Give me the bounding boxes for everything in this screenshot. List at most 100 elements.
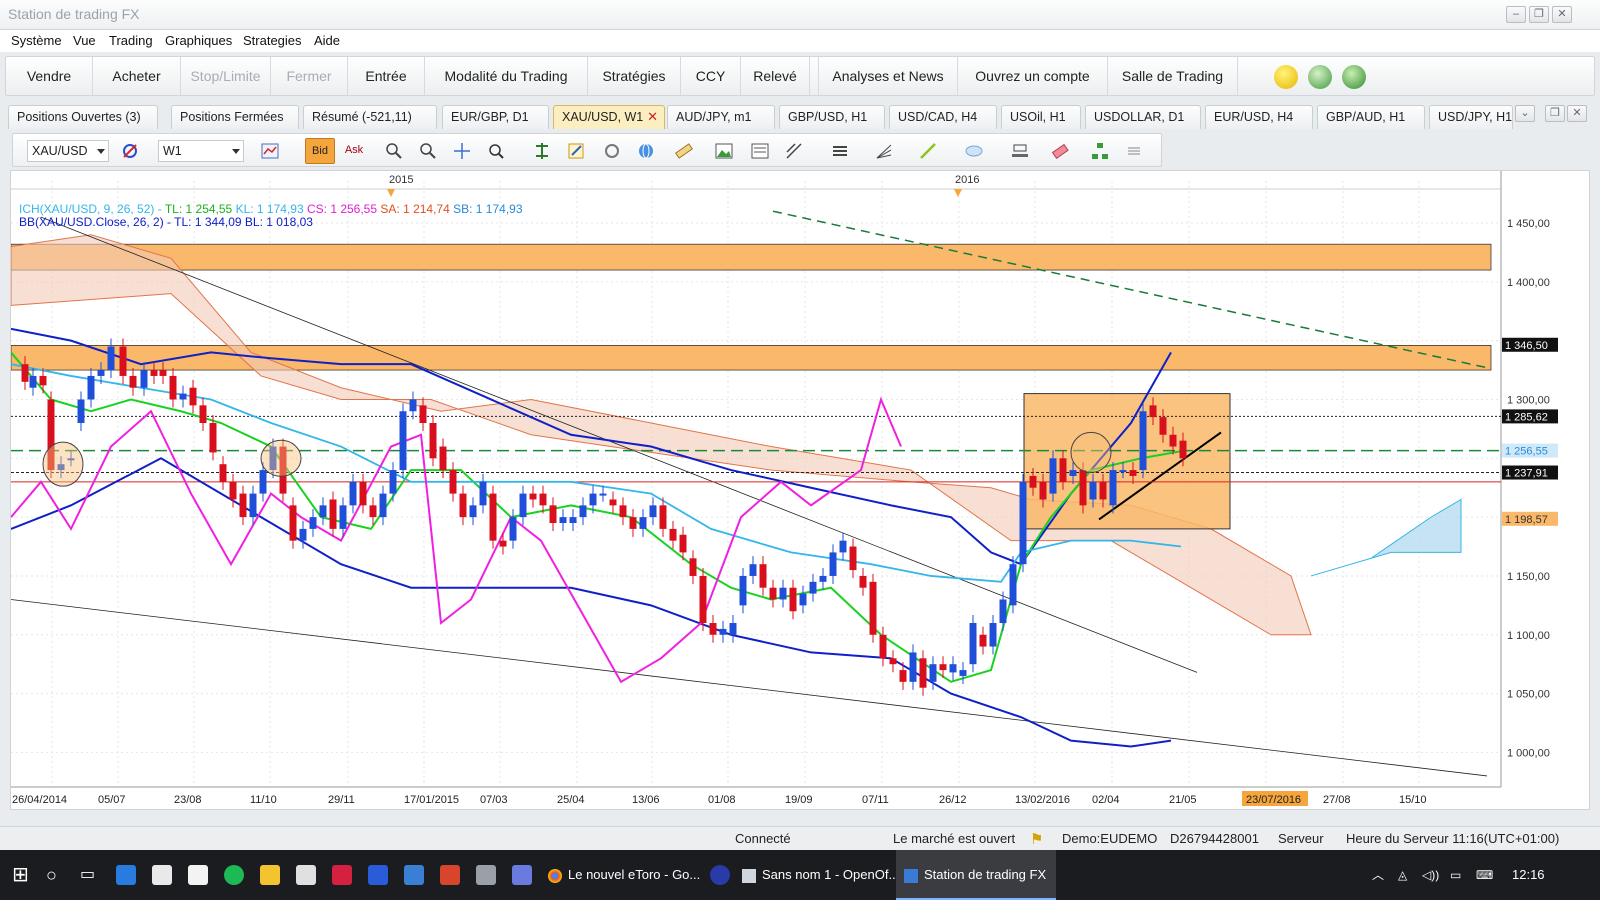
highlight-circle (260, 439, 302, 477)
zoom-area-icon[interactable] (485, 140, 507, 162)
tray-chevron-icon[interactable]: ︿ (1372, 850, 1384, 900)
trendline-icon[interactable] (917, 140, 939, 162)
spotify-icon[interactable] (224, 865, 244, 885)
close-tab-icon[interactable]: ✕ (647, 106, 658, 128)
symbol-select[interactable]: XAU/USD (27, 140, 109, 162)
menu-trading[interactable]: Trading (109, 33, 153, 48)
ask-toggle-button[interactable]: Ask (339, 138, 369, 164)
calendar-icon[interactable] (368, 865, 388, 885)
entry-button[interactable]: Entrée (348, 57, 425, 95)
notepad-icon[interactable] (296, 865, 316, 885)
tab-open-positions[interactable]: Positions Ouvertes (3) (8, 105, 158, 129)
tab-xauusd-w1[interactable]: XAU/USD, W1 ✕ (553, 105, 665, 129)
remove-indicator-icon[interactable] (119, 140, 141, 162)
date-axis-label: 15/10 (1399, 794, 1427, 806)
ruler-icon[interactable] (673, 140, 695, 162)
analysis-news-button[interactable]: Analyses et News (818, 57, 958, 95)
ccy-button[interactable]: CCY (681, 57, 741, 95)
candle (719, 628, 727, 635)
maximize-button[interactable]: ❐ (1529, 6, 1549, 23)
edit-chart-icon[interactable] (565, 140, 587, 162)
tab-summary[interactable]: Résumé (-521,11) (303, 105, 437, 129)
tab-usdcad-h4[interactable]: USD/CAD, H4 (889, 105, 997, 129)
tab-closed-positions[interactable]: Positions Fermées (171, 105, 299, 129)
folder-icon[interactable] (260, 865, 280, 885)
minimize-button[interactable]: – (1506, 6, 1526, 23)
crosshair-icon[interactable] (451, 140, 473, 162)
strategies-button[interactable]: Stratégies (588, 57, 681, 95)
bid-toggle-button[interactable]: Bid (305, 138, 335, 164)
volume-icon[interactable]: ◁)) (1422, 850, 1439, 900)
tab-eurgbp-d1[interactable]: EUR/GBP, D1 (442, 105, 549, 129)
tab-usdollar-d1[interactable]: USDOLLAR, D1 (1085, 105, 1201, 129)
notification-icon[interactable]: ▭ (1450, 850, 1461, 900)
tab-eurusd-h4[interactable]: EUR/USD, H4 (1205, 105, 1313, 129)
menu-strategies[interactable]: Strategies (243, 33, 302, 48)
app-red-icon[interactable] (332, 865, 352, 885)
more-tools-icon[interactable] (1123, 140, 1145, 162)
resistance-zone-upper (11, 243, 1492, 271)
draw-tools-icon[interactable] (783, 140, 805, 162)
candle (929, 664, 937, 682)
chart-canvas[interactable]: 2015 2016 1 450,00 1 400,00 1 300,00 1 150,00… (11, 171, 1589, 809)
settings-gear-icon[interactable] (1342, 65, 1366, 89)
statement-button[interactable]: Relevé (741, 57, 810, 95)
clock-refresh-icon[interactable] (1308, 65, 1332, 89)
tab-audjpy-m1[interactable]: AUD/JPY, m1 (667, 105, 775, 129)
tab-gbpaud-h1[interactable]: GBP/AUD, H1 (1317, 105, 1425, 129)
ellipse-icon[interactable] (963, 140, 987, 162)
windows-start-icon[interactable]: ⊞ (12, 850, 36, 900)
stop-limit-button[interactable]: Stop/Limite (181, 57, 271, 95)
tab-restore-button[interactable]: ❐ (1545, 105, 1565, 122)
globe-icon[interactable] (635, 140, 657, 162)
fan-icon[interactable] (873, 140, 895, 162)
zoom-out-icon[interactable] (417, 140, 439, 162)
search-icon[interactable]: ○ (46, 850, 66, 900)
trading-mode-button[interactable]: Modalité du Trading (425, 57, 588, 95)
app-purple-icon[interactable] (512, 865, 532, 885)
menu-aide[interactable]: Aide (314, 33, 340, 48)
office-icon[interactable] (440, 865, 460, 885)
lines-icon[interactable] (829, 140, 851, 162)
timeframe-select[interactable]: W1 (158, 140, 244, 162)
tab-close-button[interactable]: ✕ (1567, 105, 1587, 122)
price-chart[interactable]: 2015 2016 1 450,00 1 400,00 1 300,00 1 150,00… (10, 170, 1590, 810)
app-blue-icon[interactable] (404, 865, 424, 885)
close-button[interactable]: ✕ (1552, 6, 1572, 23)
lightbulb-icon[interactable] (1274, 65, 1298, 89)
image-icon[interactable] (713, 140, 735, 162)
close-position-button[interactable]: Fermer (271, 57, 348, 95)
hierarchy-icon[interactable] (1089, 140, 1111, 162)
zoom-in-icon[interactable] (383, 140, 405, 162)
menu-systeme[interactable]: Système (11, 33, 62, 48)
template-icon[interactable] (749, 140, 771, 162)
trading-room-button[interactable]: Salle de Trading (1108, 57, 1238, 95)
tab-usdjpy-h1[interactable]: USD/JPY, H1 (1429, 105, 1513, 129)
open-account-button[interactable]: Ouvrez un compte (958, 57, 1108, 95)
store-icon[interactable] (152, 865, 172, 885)
edge-icon[interactable] (116, 865, 136, 885)
menu-graphiques[interactable]: Graphiques (165, 33, 232, 48)
tab-usoil-h1[interactable]: USOil, H1 (1001, 105, 1081, 129)
taskbar-fx-station[interactable]: Station de trading FX (896, 850, 1056, 900)
candle (389, 470, 397, 494)
sell-button[interactable]: Vendre (6, 57, 93, 95)
tab-gbpusd-h1[interactable]: GBP/USD, H1 (779, 105, 885, 129)
taskbar-openoffice[interactable]: Sans nom 1 - OpenOf... (742, 850, 899, 900)
text-label-icon[interactable] (1009, 140, 1031, 162)
fit-chart-icon[interactable] (531, 140, 553, 162)
chart-type-icon[interactable] (259, 140, 281, 162)
keyboard-icon[interactable]: ⌨ (1476, 850, 1493, 900)
refresh-icon[interactable] (601, 140, 623, 162)
tab-list-chevron-icon[interactable]: ⌄ (1515, 105, 1535, 122)
menu-vue[interactable]: Vue (73, 33, 96, 48)
candle (87, 375, 95, 400)
firefox-icon[interactable] (710, 865, 730, 885)
taskbar-chrome-etoro[interactable]: Le nouvel eToro - Go... (548, 850, 700, 900)
network-icon[interactable]: ◬ (1398, 850, 1407, 900)
printer-icon[interactable] (476, 865, 496, 885)
calculator-icon[interactable] (188, 865, 208, 885)
eraser-icon[interactable] (1049, 140, 1071, 162)
task-view-icon[interactable]: ▭ (80, 850, 100, 900)
buy-button[interactable]: Acheter (93, 57, 181, 95)
